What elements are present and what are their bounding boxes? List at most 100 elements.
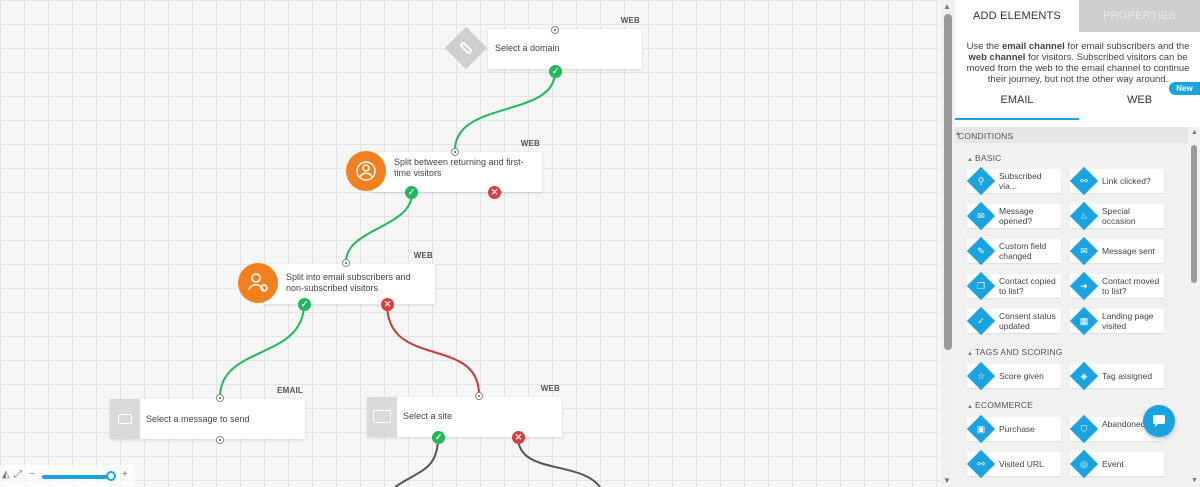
item-consent-status[interactable]: ✓ Consent status updated — [966, 306, 1061, 336]
item-message-opened[interactable]: ✉ Message opened? — [966, 201, 1061, 231]
failure-x-icon[interactable]: ✕ — [488, 186, 501, 199]
info-web-channel: web channel — [968, 52, 1026, 63]
node-input-port[interactable] — [551, 26, 559, 34]
channel-tab-email[interactable]: EMAIL — [955, 92, 1079, 120]
node-input-port[interactable] — [342, 259, 350, 267]
wallet-icon: ▣ — [976, 424, 986, 434]
item-label: Landing page visited — [1102, 311, 1154, 331]
item-subscribed-via[interactable]: ⚲ Subscribed via... — [966, 166, 1061, 196]
info-text-part: for email subscribers and the — [1064, 41, 1190, 52]
item-contact-copied[interactable]: ❐ Contact copied to list? — [966, 271, 1061, 301]
wire-subscribers-to-email — [219, 303, 305, 398]
section-label: CONDITIONS — [958, 131, 1014, 141]
node-select-domain[interactable]: WEB Select a domain — [488, 16, 642, 69]
node-label: Select a domain — [495, 43, 560, 53]
zoom-slider-handle[interactable] — [106, 471, 116, 481]
section-basic[interactable]: BASIC — [967, 153, 1002, 163]
item-label: Message sent — [1102, 246, 1155, 256]
wire-site-yes — [394, 436, 439, 487]
tab-add-elements[interactable]: ADD ELEMENTS — [955, 0, 1079, 32]
section-ecommerce[interactable]: ECOMMERCE — [967, 400, 1033, 410]
node-output-port[interactable] — [216, 436, 224, 444]
channel-tag: WEB — [413, 251, 433, 260]
canvas-scrollbar[interactable]: ▲ ▼ — [941, 0, 955, 487]
chat-bubble-icon — [1153, 415, 1165, 427]
section-tags-scoring[interactable]: TAGS AND SCORING — [967, 347, 1063, 357]
wire-split-to-subscribers — [345, 192, 413, 263]
item-label: Visited URL — [999, 459, 1044, 469]
item-visited-url[interactable]: ⚯ Visited URL — [966, 449, 1061, 479]
item-event[interactable]: ◎ Event — [1069, 449, 1164, 479]
item-landing-page[interactable]: ▦ Landing page visited — [1069, 306, 1164, 336]
failure-x-icon[interactable]: ✕ — [512, 431, 525, 444]
node-input-port[interactable] — [451, 148, 459, 156]
node-split-subscribers[interactable]: WEB Split into email subscribers and non… — [264, 251, 435, 304]
item-tag-assigned[interactable]: ◈ Tag assigned — [1069, 361, 1164, 391]
zoom-out-button[interactable]: − — [29, 469, 35, 480]
item-label: Purchase — [999, 424, 1035, 434]
info-text-part: Use the — [966, 41, 1002, 52]
link-icon: ⚯ — [1080, 176, 1088, 186]
node-input-port[interactable] — [475, 392, 483, 400]
link-icon: ⚯ — [977, 459, 985, 469]
copy-icon: ❐ — [976, 281, 986, 291]
item-score-given[interactable]: ☆ Score given — [966, 361, 1061, 391]
item-message-sent[interactable]: ✉ Message sent — [1069, 236, 1164, 266]
basket-icon: ⛉ — [1080, 424, 1088, 434]
item-purchase[interactable]: ▣ Purchase — [966, 414, 1061, 444]
wire-domain-to-split — [454, 71, 556, 151]
success-check-icon[interactable]: ✓ — [405, 186, 418, 199]
scroll-down-arrow-icon[interactable]: ▼ — [943, 476, 951, 485]
returning-visitor-icon — [346, 151, 386, 191]
item-label: Special occasion — [1102, 206, 1136, 226]
canvas-scrollbar-thumb[interactable] — [944, 14, 952, 350]
center-icon[interactable]: ◭ — [2, 469, 10, 480]
channel-tab-web[interactable]: WEB — [1079, 92, 1200, 120]
channel-tag: WEB — [540, 384, 560, 393]
scroll-up-arrow-icon[interactable]: ▲ — [1191, 129, 1198, 136]
move-icon: ➜ — [1080, 281, 1088, 291]
check-circle-icon: ✓ — [977, 316, 985, 326]
item-custom-field[interactable]: ✎ Custom field changed — [966, 236, 1061, 266]
item-special-occasion[interactable]: ♨ Special occasion — [1069, 201, 1164, 231]
channel-tag: WEB — [520, 139, 540, 148]
chat-button[interactable] — [1143, 405, 1175, 437]
success-check-icon[interactable]: ✓ — [432, 431, 445, 444]
item-contact-moved[interactable]: ➜ Contact moved to list? — [1069, 271, 1164, 301]
zoom-slider[interactable] — [42, 475, 114, 479]
zoom-in-button[interactable]: + — [122, 469, 128, 480]
tag-icon: ◈ — [1080, 371, 1088, 381]
item-label: Consent status updated — [999, 311, 1056, 331]
node-label: Select a message to send — [146, 414, 250, 424]
node-split-returning[interactable]: WEB Split between returning and first-ti… — [372, 139, 542, 192]
zoom-controls: ◭ ⤢ − + — [0, 465, 135, 487]
channel-tag: EMAIL — [277, 386, 303, 395]
scroll-down-arrow-icon[interactable]: ▼ — [1191, 477, 1198, 484]
site-icon — [367, 397, 397, 437]
envelope-icon: ✉ — [1080, 246, 1088, 256]
success-check-icon[interactable]: ✓ — [549, 65, 562, 78]
channel-tag: WEB — [620, 16, 640, 25]
fit-screen-icon[interactable]: ⤢ — [14, 469, 22, 480]
elements-list-scrollbar-thumb[interactable] — [1191, 145, 1197, 283]
info-email-channel: email channel — [1001, 41, 1065, 52]
workflow-canvas[interactable]: WEB Select a domain ✓ WEB Split between … — [0, 0, 941, 487]
channel-info-text: Use the email channel for email subscrib… — [963, 41, 1193, 85]
failure-x-icon[interactable]: ✕ — [381, 298, 394, 311]
star-icon: ☆ — [976, 371, 986, 381]
envelope-icon — [110, 399, 140, 439]
item-label: Message opened? — [999, 206, 1034, 226]
envelope-open-icon: ✉ — [977, 211, 985, 221]
tab-properties[interactable]: PROPERTIES — [1079, 0, 1200, 32]
conditions-header[interactable]: CONDITIONS — [955, 127, 1188, 143]
node-input-port[interactable] — [216, 394, 224, 402]
item-link-clicked[interactable]: ⚯ Link clicked? — [1069, 166, 1164, 196]
scroll-up-arrow-icon[interactable]: ▲ — [943, 2, 951, 11]
success-check-icon[interactable]: ✓ — [298, 298, 311, 311]
cake-icon: ♨ — [1079, 211, 1089, 221]
elements-list-scrollbar[interactable]: ▲ ▼ — [1188, 127, 1200, 487]
subscriber-icon — [238, 263, 278, 303]
node-label: Split into email subscribers and non-sub… — [286, 272, 411, 293]
page-icon: ▦ — [1079, 316, 1089, 326]
item-label: Subscribed via... — [999, 171, 1042, 191]
